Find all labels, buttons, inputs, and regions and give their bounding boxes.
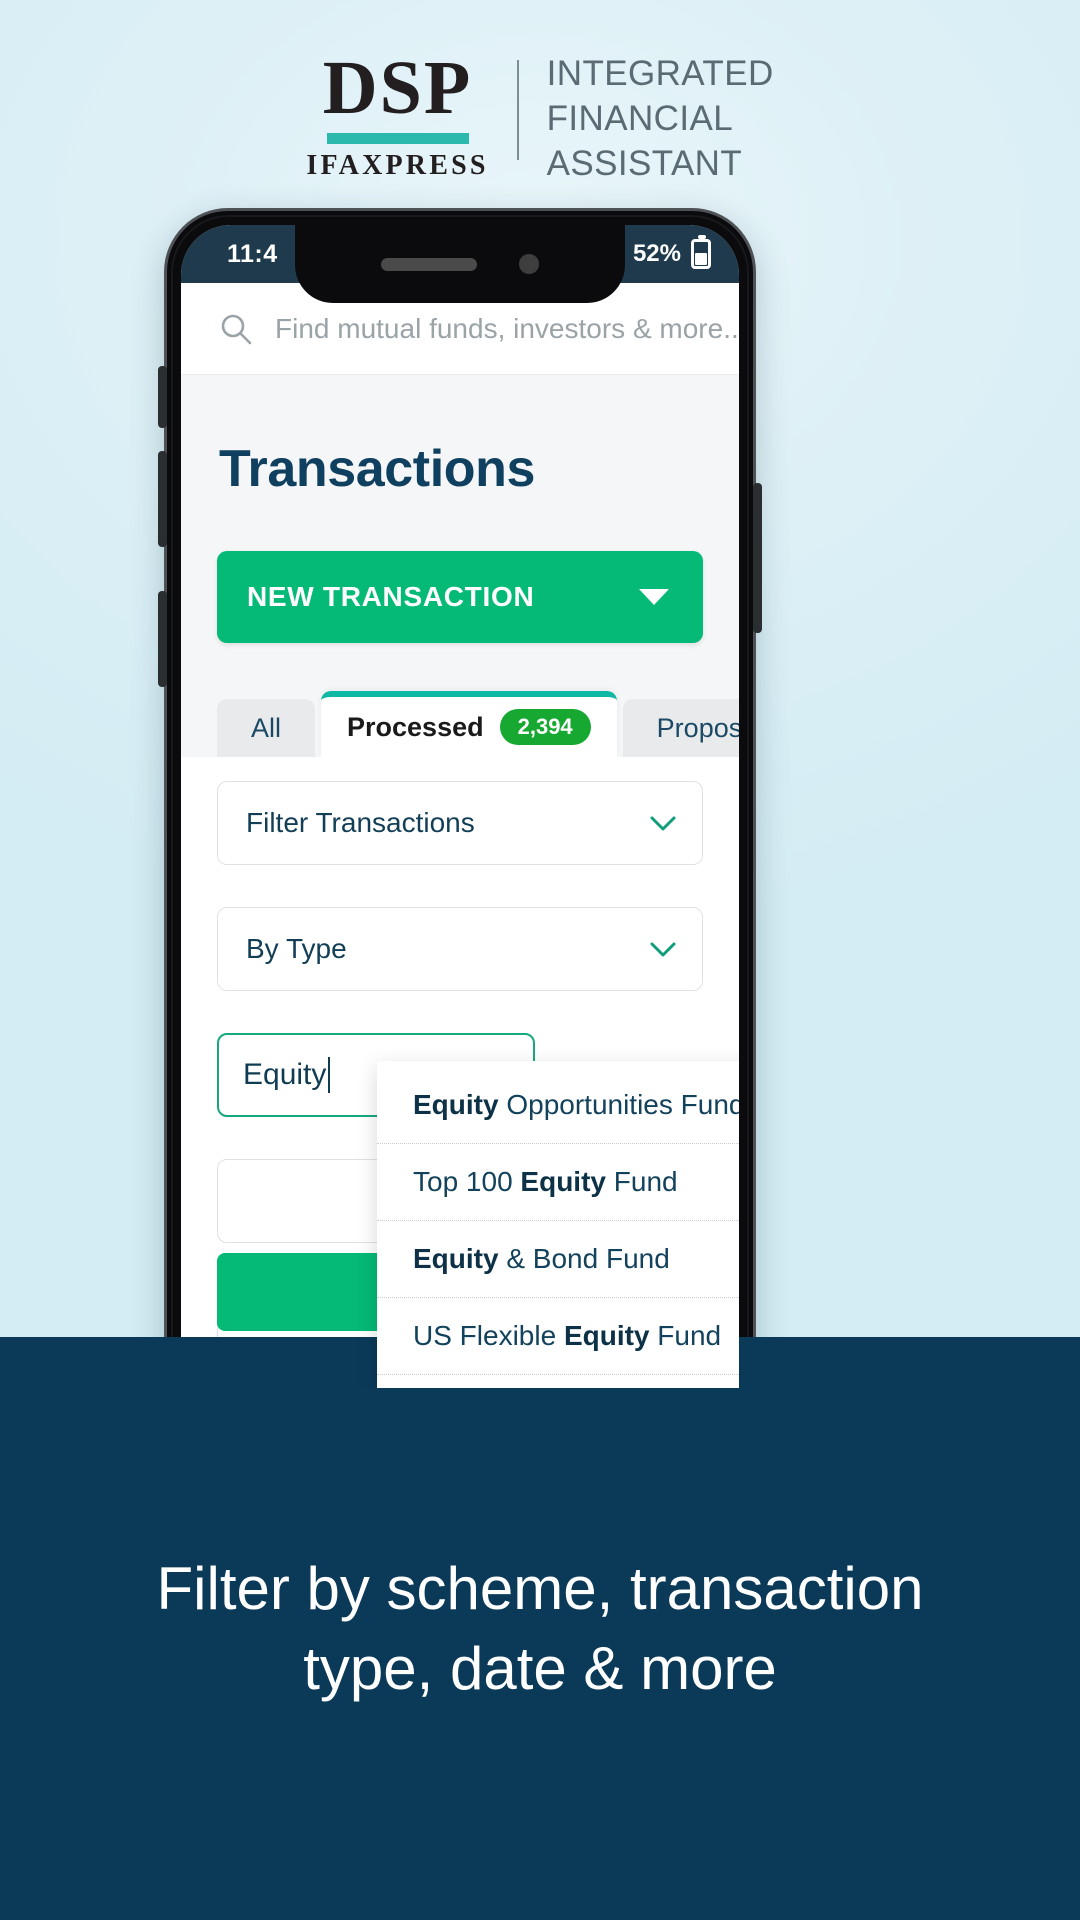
tagline-line-2: FINANCIAL: [546, 98, 734, 138]
suggestion-match: Equity: [563, 1320, 650, 1351]
chevron-down-icon: [639, 589, 669, 605]
suggestion-rest: & Bond Fund: [498, 1243, 670, 1274]
page-title: Transactions: [219, 440, 535, 498]
list-item[interactable]: Equity & Bond Fund: [377, 1221, 739, 1298]
filter-transactions-label: Filter Transactions: [246, 807, 475, 838]
tab-processed[interactable]: Processed 2,394: [321, 691, 617, 757]
search-input[interactable]: Find mutual funds, investors & more...: [275, 313, 739, 345]
suggestion-match: Equity: [413, 1243, 499, 1274]
new-transaction-label: NEW TRANSACTION: [247, 581, 535, 612]
status-time: 11:4: [227, 239, 278, 268]
suggestion-rest: Fund: [605, 1166, 678, 1197]
suggestion-lead: US Flexible: [413, 1320, 564, 1351]
promo-caption: Filter by scheme, transaction type, date…: [0, 1337, 1080, 1920]
battery-percent-label: 52%: [632, 240, 681, 267]
earpiece-speaker: [381, 257, 477, 271]
assistant-button[interactable]: [158, 591, 167, 687]
list-item[interactable]: US Flexible Equity Fund: [377, 1298, 739, 1375]
brand-logo-lockup: DSP IFAXPRESS INTEGRATED FINANCIAL ASSIS…: [0, 46, 1080, 186]
transaction-tabs: All Processed 2,394 Proposed D: [217, 691, 739, 757]
phone-screen: 11:4 52% Find mutual funds, investors & …: [181, 225, 739, 1388]
app-page: Transactions NEW TRANSACTION All Process…: [181, 375, 739, 1388]
tagline-line-3: ASSISTANT: [546, 143, 743, 183]
suggestion-match: Equity: [413, 1089, 499, 1120]
tagline-line-1: INTEGRATED: [546, 54, 774, 93]
by-type-select[interactable]: By Type: [217, 907, 703, 991]
by-type-label: By Type: [246, 933, 347, 964]
volume-down-button[interactable]: [158, 451, 167, 547]
phone-notch: [295, 225, 625, 303]
suggestion-rest: Fund: [649, 1320, 722, 1351]
chevron-down-icon: [650, 816, 676, 831]
text-cursor: [328, 1057, 331, 1093]
front-camera: [519, 254, 539, 274]
suggestion-lead: Top 100: [413, 1166, 521, 1197]
suggestion-match: Equity: [520, 1166, 606, 1197]
new-transaction-button[interactable]: NEW TRANSACTION: [217, 551, 703, 643]
brand-name: DSP: [322, 46, 473, 130]
brand-accent-rule: [326, 133, 469, 145]
tab-proposed[interactable]: Proposed: [622, 699, 739, 757]
brand-subname: IFAXPRESS: [306, 150, 489, 182]
tab-processed-label: Processed: [347, 711, 484, 742]
list-item[interactable]: Equity Savings Fund: [377, 1375, 739, 1388]
chevron-down-icon: [650, 942, 676, 957]
volume-up-button[interactable]: [158, 366, 167, 428]
list-item[interactable]: Top 100 Equity Fund: [377, 1144, 739, 1221]
battery-icon: [691, 235, 711, 269]
tab-all[interactable]: All: [217, 699, 316, 757]
tab-processed-badge: 2,394: [499, 709, 591, 745]
tab-proposed-label: Proposed: [656, 712, 739, 743]
scheme-suggestions-dropdown: Equity Opportunities Fund Top 100 Equity…: [377, 1061, 739, 1388]
list-item[interactable]: Equity Opportunities Fund: [377, 1067, 739, 1144]
power-button[interactable]: [753, 483, 762, 633]
brand-logo: DSP IFAXPRESS: [306, 46, 516, 182]
tab-all-label: All: [251, 712, 282, 743]
search-icon: [219, 312, 253, 346]
brand-tagline: INTEGRATED FINANCIAL ASSISTANT: [519, 52, 774, 186]
suggestion-rest: Opportunities Fund: [498, 1089, 739, 1120]
promo-caption-text: Filter by scheme, transaction type, date…: [156, 1555, 924, 1702]
phone-mockup: 11:4 52% Find mutual funds, investors & …: [158, 208, 762, 1388]
filter-transactions-select[interactable]: Filter Transactions: [217, 781, 703, 865]
filter-card: Filter Transactions By Type Equity Equit…: [181, 757, 739, 1388]
scheme-search-value: Equity: [243, 1058, 327, 1091]
